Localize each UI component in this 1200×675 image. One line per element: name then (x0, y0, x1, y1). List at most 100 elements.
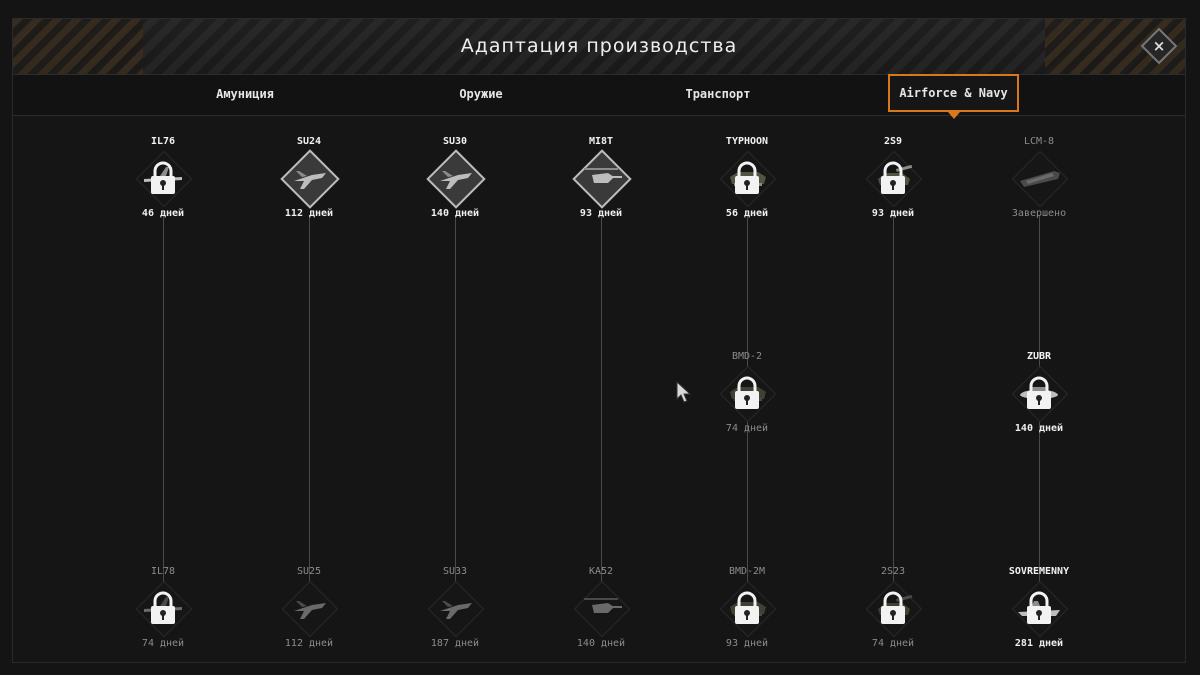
node-duration: 140 дней (576, 638, 626, 649)
tree-connector-line (600, 215, 602, 585)
artillery-icon (865, 150, 923, 208)
tree-node-lcm-8[interactable]: LCM-8 Завершено (979, 135, 1099, 221)
tree-node-2s9[interactable]: 2S9 93 дней (833, 135, 953, 221)
transport-plane-icon (144, 591, 182, 624)
tree-connector-line (308, 215, 310, 585)
jet-icon (426, 149, 486, 209)
artillery-icon (865, 580, 923, 638)
lock-icon (735, 591, 759, 624)
tree-node-su30[interactable]: SU30 140 дней (395, 135, 515, 221)
tree-node-bmd-2[interactable]: BMD-2 74 дней (687, 350, 807, 436)
jet-icon (294, 601, 326, 619)
tab-ammunition[interactable]: Амуниция (185, 75, 305, 113)
hovercraft-icon (1020, 376, 1058, 409)
transport-plane-icon (135, 150, 193, 208)
tab-airforce-navy[interactable]: Airforce & Navy (888, 74, 1019, 119)
node-duration: 187 дней (430, 638, 480, 649)
tree-node-zubr[interactable]: ZUBR 140 дней (979, 350, 1099, 436)
node-duration: 74 дней (141, 638, 185, 649)
lock-icon (735, 161, 759, 194)
tree-node-il78[interactable]: IL78 74 дней (103, 565, 223, 651)
node-name: SU24 (296, 136, 322, 147)
tree-connector-line (892, 215, 894, 585)
node-name: BMD-2M (728, 566, 766, 577)
tree-node-2s23[interactable]: 2S23 74 дней (833, 565, 953, 651)
helicopter-icon (573, 580, 631, 638)
node-duration: 93 дней (871, 208, 915, 219)
node-name: 2S9 (883, 136, 903, 147)
node-name: LCM-8 (1023, 136, 1055, 147)
tree-node-typhoon[interactable]: TYPHOON 56 дней (687, 135, 807, 221)
helicopter-icon (572, 149, 632, 209)
node-duration: 112 дней (284, 208, 334, 219)
transport-plane-icon (144, 161, 182, 194)
tree-node-ka52[interactable]: KA52 140 дней (541, 565, 661, 651)
lock-icon (151, 591, 175, 624)
category-tabs: Амуниция Оружие Транспорт Airforce & Nav… (13, 74, 1185, 119)
transport-plane-icon (135, 580, 193, 638)
node-name: KA52 (588, 566, 614, 577)
jet-icon (280, 149, 340, 209)
tree-node-su24[interactable]: SU24 112 дней (249, 135, 369, 221)
node-duration: 93 дней (579, 208, 623, 219)
armored-vehicle-icon (730, 591, 766, 624)
node-name: SU30 (442, 136, 468, 147)
armored-vehicle-icon (719, 580, 777, 638)
node-name: SU25 (296, 566, 322, 577)
close-icon: × (1152, 37, 1166, 55)
node-name: SU33 (442, 566, 468, 577)
jet-icon (281, 580, 339, 638)
node-name: TYPHOON (725, 136, 769, 147)
node-name: SOVREMENNY (1008, 566, 1070, 577)
node-duration: 74 дней (871, 638, 915, 649)
tree-node-sovremenny[interactable]: SOVREMENNY 281 дней (979, 565, 1099, 651)
page-title: Адаптация производства (460, 35, 738, 57)
artillery-icon (878, 161, 913, 194)
tab-transport[interactable]: Транспорт (658, 75, 778, 113)
tree-node-su25[interactable]: SU25 112 дней (249, 565, 369, 651)
helicopter-icon (584, 168, 622, 183)
tree-node-il76[interactable]: IL76 46 дней (103, 135, 223, 221)
production-adaptation-window: Адаптация производства × Амуниция Оружие… (12, 18, 1186, 663)
tree-connector-line (162, 215, 164, 585)
jet-icon (440, 601, 472, 619)
armored-vehicle-icon (719, 150, 777, 208)
lock-icon (151, 161, 175, 194)
lock-icon (1027, 591, 1051, 624)
tab-weapons[interactable]: Оружие (421, 75, 541, 113)
title-bar: Адаптация производства × (13, 19, 1185, 74)
node-duration: 281 дней (1014, 638, 1064, 649)
node-duration: 74 дней (725, 423, 769, 434)
jet-icon (440, 171, 472, 189)
hovercraft-icon (1011, 365, 1069, 423)
node-name: MI8T (588, 136, 614, 147)
node-name: IL78 (150, 566, 176, 577)
destroyer-icon (1011, 580, 1069, 638)
destroyer-icon (1018, 591, 1060, 624)
armored-vehicle-icon (719, 365, 777, 423)
landing-craft-icon (1020, 171, 1060, 187)
lock-icon (735, 376, 759, 409)
jet-icon (427, 580, 485, 638)
mouse-cursor-icon (676, 380, 696, 409)
helicopter-icon (584, 598, 622, 613)
jet-icon (294, 171, 326, 189)
lock-icon (881, 161, 905, 194)
lock-icon (881, 591, 905, 624)
armored-vehicle-icon (730, 161, 766, 194)
node-duration: Завершено (1011, 208, 1067, 219)
node-name: ZUBR (1026, 351, 1052, 362)
node-name: IL76 (150, 136, 176, 147)
landing-craft-icon (1011, 150, 1069, 208)
armored-vehicle-icon (730, 376, 766, 409)
node-duration: 140 дней (430, 208, 480, 219)
node-name: BMD-2 (731, 351, 763, 362)
node-duration: 93 дней (725, 638, 769, 649)
tree-node-mi8t[interactable]: MI8T 93 дней (541, 135, 661, 221)
tree-node-bmd-2m[interactable]: BMD-2M 93 дней (687, 565, 807, 651)
node-duration: 112 дней (284, 638, 334, 649)
node-name: 2S23 (880, 566, 906, 577)
node-duration: 56 дней (725, 208, 769, 219)
research-tree: IL76 46 дней IL78 74 дней SU24 112 дней … (13, 115, 1185, 663)
tree-node-su33[interactable]: SU33 187 дней (395, 565, 515, 651)
